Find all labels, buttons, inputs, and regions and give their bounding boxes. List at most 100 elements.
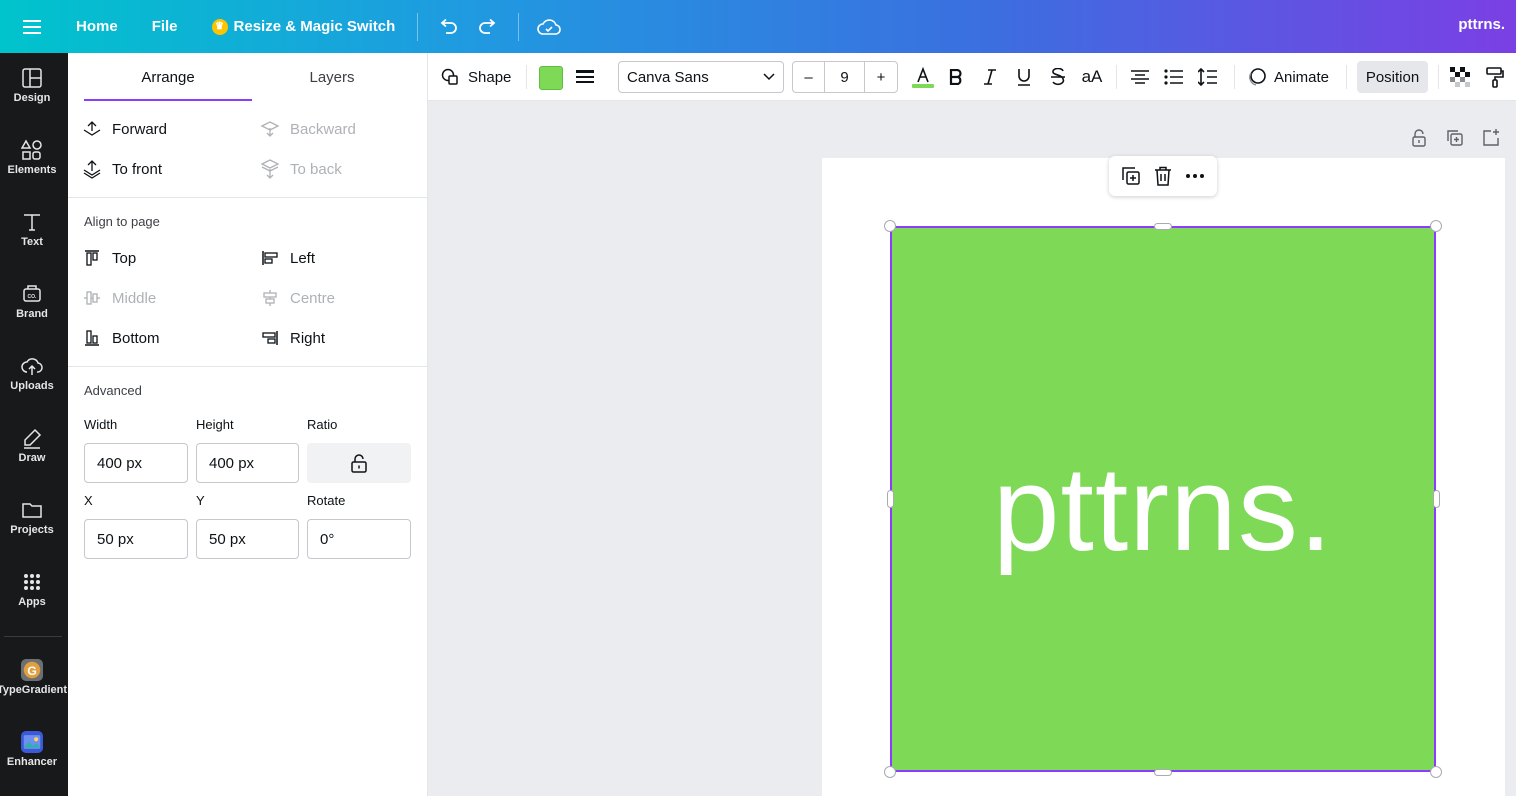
font-family-select[interactable]: Canva Sans [618,61,784,93]
font-size-input[interactable]: 9 [825,62,865,92]
y-label: Y [196,493,205,508]
duplicate-icon[interactable] [1118,163,1144,189]
lock-open-icon [351,454,367,473]
copy-style-icon[interactable] [1482,61,1508,93]
duplicate-page-icon[interactable] [1445,128,1465,148]
width-field[interactable]: 400 px [84,443,188,483]
trash-icon[interactable] [1150,163,1176,189]
rail-label: Elements [7,163,57,176]
width-label: Width [84,417,118,432]
shape-button[interactable]: Shape [440,61,511,93]
design-title[interactable]: pttrns. [1458,16,1505,33]
resize-handle-bottom[interactable] [1154,769,1172,776]
letter-case-button[interactable]: aA [1078,61,1106,93]
animate-label: Animate [1274,68,1330,86]
animate-button[interactable]: Animate [1246,61,1329,93]
rail-item-brand[interactable]: CO. Brand [0,269,64,333]
resize-handle-bottom-left[interactable] [884,766,896,778]
resize-handle-bottom-right[interactable] [1430,766,1442,778]
resize-handle-top-right[interactable] [1430,220,1442,232]
to-front-icon [83,160,101,179]
underline-icon[interactable] [1012,61,1036,93]
align-middle-button[interactable]: Middle [82,288,156,308]
align-centre-button[interactable]: Centre [260,288,335,308]
undo-icon[interactable] [428,9,468,45]
transparency-icon[interactable] [1448,61,1472,93]
backward-label: Backward [290,120,356,138]
redo-icon[interactable] [468,9,508,45]
to-back-button[interactable]: To back [260,159,342,179]
bold-icon[interactable] [944,61,968,93]
align-bottom-button[interactable]: Bottom [82,328,160,348]
align-right-button[interactable]: Right [260,328,325,348]
text-color-button[interactable] [910,61,936,93]
border-style-icon[interactable] [572,61,598,93]
rail-item-draw[interactable]: Draw [0,413,64,477]
selected-shape[interactable]: pttrns. [890,226,1436,772]
file-button[interactable]: File [140,9,190,45]
backward-button[interactable]: Backward [260,119,356,139]
resize-button[interactable]: ♛ Resize & Magic Switch [200,9,408,45]
align-top-button[interactable]: Top [82,248,136,268]
rail-item-apps[interactable]: Apps [0,557,64,621]
align-centre-label: Centre [290,289,336,307]
home-button[interactable]: Home [64,9,130,45]
fill-color-swatch[interactable] [539,66,563,90]
add-page-icon[interactable] [1481,128,1501,148]
forward-icon [83,121,101,136]
arrange-panel: Arrange Layers Forward Backward To front… [68,53,428,796]
resize-handle-right[interactable] [1433,490,1440,508]
rail-item-text[interactable]: Text [0,197,64,261]
align-bottom-icon [85,330,99,346]
advanced-section-title: Advanced [84,383,142,398]
rail-label: Apps [18,595,46,608]
forward-button[interactable]: Forward [82,119,167,139]
animate-icon [1249,68,1266,86]
resize-handle-top[interactable] [1154,223,1172,230]
text-align-icon[interactable] [1128,61,1152,93]
tab-arrange[interactable]: Arrange [84,53,252,101]
decrease-font-button[interactable]: – [793,62,825,92]
strikethrough-icon[interactable] [1046,61,1070,93]
rail-item-projects[interactable]: Projects [0,485,64,549]
menu-icon[interactable] [0,0,64,53]
divider [518,12,520,41]
rail-item-enhancer[interactable]: Enhancer [0,717,64,781]
svg-text:CO.: CO. [28,294,38,300]
rail-label: TypeGradient [0,683,68,696]
rail-label: Text [21,235,43,248]
tab-layers[interactable]: Layers [248,53,416,101]
font-size-stepper[interactable]: – 9 + [792,61,898,93]
align-bottom-label: Bottom [112,329,160,347]
cloud-upload-icon [21,357,43,375]
italic-icon[interactable] [978,61,1002,93]
lock-icon[interactable] [1409,128,1429,148]
increase-font-button[interactable]: + [865,62,897,92]
rail-label: Enhancer [6,755,58,768]
rail-item-elements[interactable]: Elements [0,125,64,189]
layout-icon [22,67,42,88]
y-field[interactable]: 50 px [196,519,299,559]
align-left-button[interactable]: Left [260,248,315,268]
rail-item-uploads[interactable]: Uploads [0,341,64,405]
resize-handle-left[interactable] [887,490,894,508]
list-icon[interactable] [1162,61,1186,93]
ratio-lock-button[interactable] [307,443,411,483]
rail-item-typegradient[interactable]: G TypeGradient [0,645,68,709]
rail-item-design[interactable]: Design [0,53,64,117]
shape-text[interactable]: pttrns. [993,440,1333,578]
position-button[interactable]: Position [1357,61,1428,93]
divider [68,197,427,198]
grid-icon [24,573,40,590]
rail-label: Draw [18,451,46,464]
rotate-field[interactable]: 0° [307,519,411,559]
cloud-saved-icon[interactable] [529,9,569,45]
to-front-button[interactable]: To front [82,159,162,179]
resize-handle-top-left[interactable] [884,220,896,232]
align-top-icon [85,250,99,266]
more-options-icon[interactable] [1182,163,1208,189]
x-field[interactable]: 50 px [84,519,188,559]
height-field[interactable]: 400 px [196,443,299,483]
spacing-icon[interactable] [1196,61,1220,93]
divider [68,366,427,367]
